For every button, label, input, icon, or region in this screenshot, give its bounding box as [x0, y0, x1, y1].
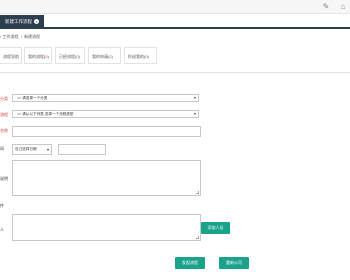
home-icon[interactable]: ⌂ — [338, 2, 348, 11]
top-toolbar: ✎ ⌂ — [0, 0, 350, 14]
tab-new-workflow[interactable]: 新建工作流程 × — [0, 15, 44, 29]
subtab-label: 我的流程( — [28, 54, 46, 59]
cc-textarea[interactable] — [12, 214, 201, 241]
sub-tabs: 流程导航 我的流程(0) 已经流程(0) 我的申请(2) 抄送我的(0) — [0, 47, 350, 64]
category-label: 分类 — [0, 96, 8, 101]
subtab-label: 已经流程( — [59, 54, 77, 59]
flow-select-value: == 请从以下列表 选择一个流程类型 — [17, 112, 74, 116]
subtab-label-close: ) — [147, 54, 149, 59]
subtab-label: 流程导航 — [3, 54, 19, 59]
edit-icon[interactable]: ✎ — [321, 2, 331, 11]
chevron-down-icon — [194, 97, 196, 99]
name-input[interactable] — [12, 126, 201, 137]
chevron-down-icon — [194, 113, 196, 115]
subtab-label: 我的申请( — [92, 54, 110, 59]
cc-label: 人 — [0, 227, 4, 232]
breadcrumb-new-flow: 新建流程 — [24, 34, 41, 39]
tab-bar: 新建工作流程 × — [0, 14, 350, 29]
subtab-label: 抄送我的( — [128, 54, 146, 59]
breadcrumb: › 工作流程 › 新建流程 — [0, 33, 40, 41]
divider — [0, 72, 350, 73]
flow-label: 流程 — [0, 112, 8, 117]
add-person-button[interactable]: 添加人员 — [201, 222, 230, 234]
time-select[interactable]: 自己选择日期 — [12, 144, 52, 155]
subtab-cc-me[interactable]: 抄送我的(0) — [124, 47, 157, 64]
subtab-label-close: ) — [78, 54, 80, 59]
category-select[interactable]: == 请选择一个分类 — [12, 94, 199, 102]
description-label: 说明 — [0, 176, 8, 181]
date-input[interactable] — [58, 144, 106, 155]
breadcrumb-separator: › — [20, 34, 22, 39]
name-label: 名称 — [0, 128, 8, 133]
tab-label: 新建工作流程 — [5, 19, 32, 24]
flow-select[interactable]: == 请从以下列表 选择一个流程类型 — [12, 110, 199, 118]
submit-button[interactable]: 发起流程 — [175, 257, 205, 269]
subtab-my-flows[interactable]: 我的流程(0) — [24, 47, 52, 64]
attachment-label: 件 — [0, 203, 4, 208]
time-label: 间 — [0, 146, 4, 151]
chevron-down-icon — [47, 149, 49, 151]
close-icon[interactable]: × — [34, 19, 39, 25]
resize-handle[interactable] — [196, 236, 199, 239]
description-textarea[interactable] — [12, 160, 201, 196]
time-select-value: 自己选择日期 — [15, 147, 37, 151]
breadcrumb-workflow[interactable]: 工作流程 — [2, 34, 18, 39]
resize-handle[interactable] — [196, 191, 199, 194]
subtab-label-close: ) — [111, 54, 113, 59]
category-select-value: == 请选择一个分类 — [17, 96, 48, 100]
subtab-flow-nav[interactable]: 流程导航 — [0, 47, 22, 64]
subtab-label-close: ) — [47, 54, 49, 59]
subtab-done-flows[interactable]: 已经流程(0) — [55, 47, 85, 64]
reset-button[interactable]: 重新公司 — [219, 257, 249, 269]
subtab-my-requests[interactable]: 我的申请(2) — [88, 47, 121, 64]
